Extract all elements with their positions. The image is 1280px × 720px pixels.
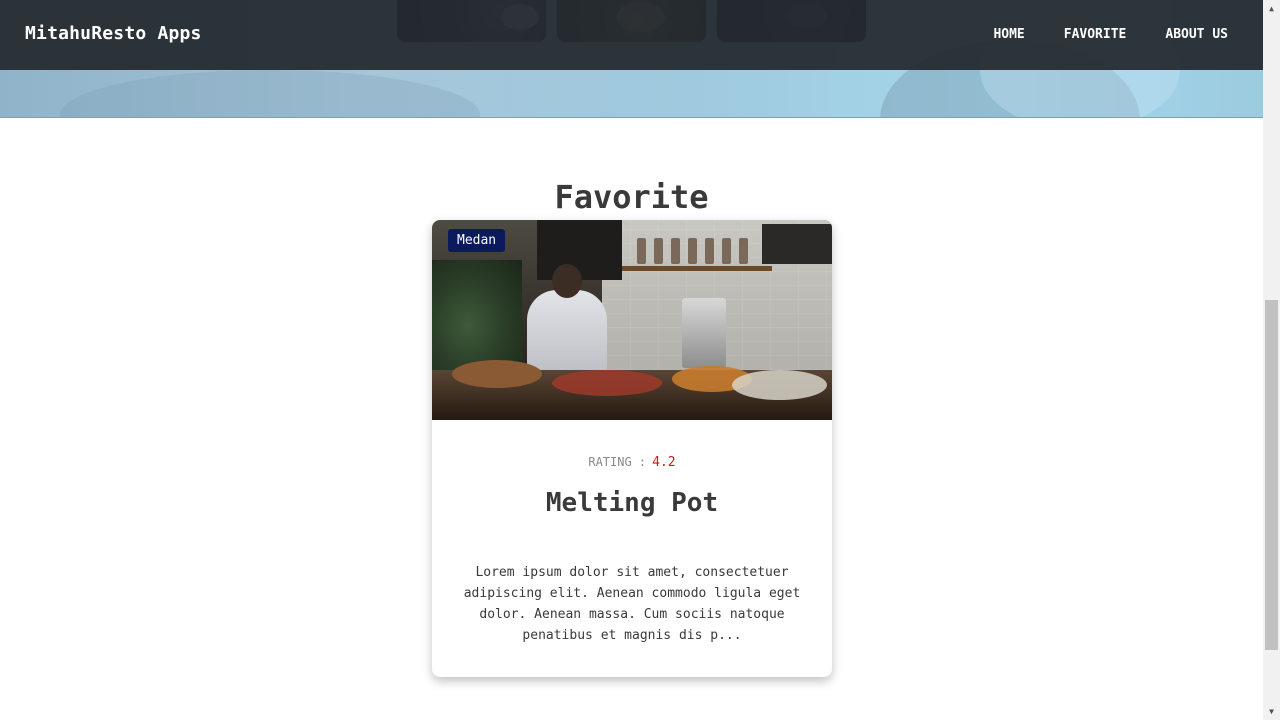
- restaurant-description: Lorem ipsum dolor sit amet, consectetuer…: [463, 565, 801, 643]
- image-food: [452, 360, 542, 388]
- image-food: [552, 370, 662, 396]
- nav-link-about-us[interactable]: ABOUT US: [1165, 27, 1228, 42]
- card-body: RATING : 4.2 Melting Pot Lorem ipsum dolo…: [432, 455, 832, 646]
- image-jar: [688, 238, 697, 264]
- scrollbar-thumb[interactable]: [1265, 300, 1278, 650]
- brand-logo[interactable]: MitahuResto Apps: [25, 23, 202, 44]
- image-food: [732, 370, 827, 400]
- rating-value: 4.2: [652, 455, 676, 470]
- image-menu-board: [762, 224, 832, 264]
- hero-shape: [60, 70, 480, 117]
- nav-link-home[interactable]: HOME: [993, 27, 1024, 42]
- nav-link-favorite[interactable]: FAVORITE: [1064, 27, 1127, 42]
- image-person-head: [552, 264, 582, 298]
- image-person: [527, 290, 607, 380]
- nav-links: HOME FAVORITE ABOUT US: [954, 27, 1228, 42]
- scrollbar[interactable]: ▲ ▼: [1263, 0, 1280, 720]
- triangle-up-icon[interactable]: ▲: [1263, 0, 1280, 17]
- section-title: Favorite: [554, 178, 709, 216]
- restaurant-card[interactable]: Medan RATING : 4.2 Melting Pot Lorem ipsu…: [432, 220, 832, 677]
- image-jar: [671, 238, 680, 264]
- page: MitahuResto Apps HOME FAVORITE ABOUT US …: [0, 0, 1263, 720]
- restaurant-image[interactable]: Medan: [432, 220, 832, 420]
- image-jar: [739, 238, 748, 264]
- image-jar: [654, 238, 663, 264]
- image-jar: [637, 238, 646, 264]
- city-badge: Medan: [448, 229, 506, 252]
- restaurant-name[interactable]: Melting Pot: [460, 488, 804, 518]
- rating: RATING : 4.2: [460, 455, 804, 470]
- rating-label: RATING :: [588, 455, 647, 469]
- navbar: MitahuResto Apps HOME FAVORITE ABOUT US: [0, 0, 1263, 70]
- image-jar: [722, 238, 731, 264]
- image-shelf: [622, 266, 772, 271]
- triangle-down-icon[interactable]: ▼: [1263, 703, 1280, 720]
- image-coffee-machine: [682, 298, 726, 368]
- image-jar: [705, 238, 714, 264]
